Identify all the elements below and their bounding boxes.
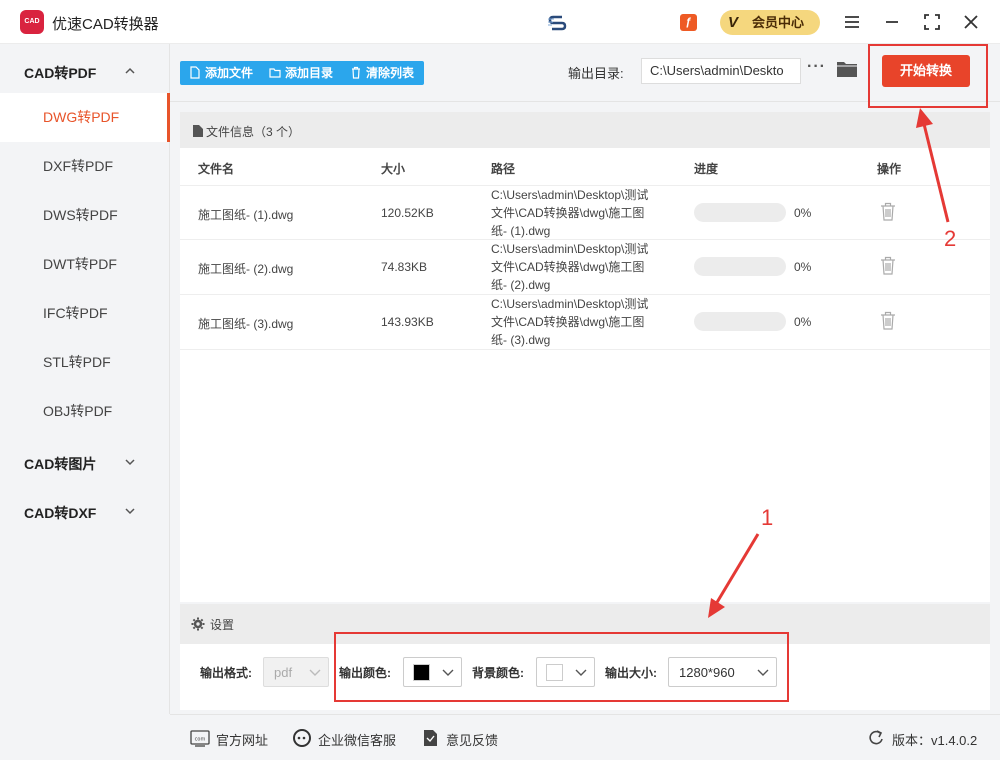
add-file-button[interactable]: 添加文件	[189, 61, 253, 85]
chevron-down-icon	[309, 669, 321, 676]
table-row[interactable]: 施工图纸- (1).dwg 120.52KB C:\Users\admin\De…	[180, 185, 990, 240]
close-icon[interactable]	[959, 10, 983, 34]
gear-icon	[191, 617, 205, 631]
chevron-down-icon[interactable]	[124, 505, 136, 517]
output-dir-label: 输出目录:	[568, 66, 624, 81]
output-format-select[interactable]: pdf	[263, 657, 329, 687]
file-path: C:\Users\admin\Desktop\测试 文件\CAD转换器\dwg\施…	[491, 242, 649, 292]
annotation-number-1: 1	[761, 505, 774, 530]
svg-text:com: com	[195, 737, 206, 743]
progress-text: 0%	[794, 206, 812, 220]
sync-logo-icon	[548, 15, 567, 31]
delete-trash-icon[interactable]	[880, 256, 896, 275]
vip-label: 会员中心	[752, 15, 805, 30]
fullscreen-icon[interactable]	[920, 10, 944, 34]
file-panel-title: 文件信息（3 个）	[206, 125, 301, 139]
file-size: 143.93KB	[381, 315, 434, 329]
website-icon: com	[190, 730, 210, 747]
vip-center-button[interactable]: V 会员中心	[720, 10, 820, 35]
file-action-group: 添加文件 添加目录 清除列表	[180, 61, 424, 85]
folder-icon[interactable]	[836, 60, 858, 78]
sidebar-item-dwt-to-pdf[interactable]: DWT转PDF	[0, 240, 170, 289]
sidebar-item-dws-to-pdf[interactable]: DWS转PDF	[0, 191, 170, 240]
column-header-path: 路径	[491, 162, 516, 176]
app-title: 优速CAD转换器	[52, 16, 159, 33]
file-icon	[190, 66, 200, 79]
sidebar-group-cad-to-dxf[interactable]: CAD转DXF	[24, 503, 96, 523]
file-size: 74.83KB	[381, 260, 428, 274]
delete-trash-icon[interactable]	[880, 202, 896, 221]
title-bar: CAD 优速CAD转换器 ƒ V 会员中心	[0, 0, 1000, 44]
file-path: C:\Users\admin\Desktop\测试 文件\CAD转换器\dwg\施…	[491, 297, 649, 347]
file-list-panel: 文件信息（3 个） 文件名 大小 路径 进度 操作 施工图纸- (1).dwg …	[180, 112, 990, 602]
file-size: 120.52KB	[381, 206, 434, 220]
footer: com 官方网址 企业微信客服 意见反馈 版本：v1.4.0.2	[170, 714, 1000, 760]
minimize-icon[interactable]	[880, 10, 904, 34]
wechat-icon	[293, 729, 311, 747]
trash-icon	[352, 66, 360, 79]
wechat-service-link[interactable]: 企业微信客服	[292, 729, 396, 749]
sidebar-item-dxf-to-pdf[interactable]: DXF转PDF	[0, 142, 170, 191]
clear-list-button[interactable]: 清除列表	[350, 61, 414, 85]
feedback-icon	[424, 730, 437, 746]
highlight-box-settings	[334, 632, 789, 702]
more-dots-icon[interactable]: ···	[807, 59, 827, 76]
chevron-down-icon[interactable]	[124, 456, 136, 468]
file-panel-header: 文件信息（3 个）	[180, 112, 990, 148]
file-name: 施工图纸- (3).dwg	[198, 317, 294, 331]
progress-bar	[694, 203, 786, 222]
table-row[interactable]: 施工图纸- (2).dwg 74.83KB C:\Users\admin\Des…	[180, 240, 990, 295]
chevron-up-icon[interactable]	[124, 65, 136, 77]
settings-title: 设置	[210, 618, 235, 632]
progress-bar	[694, 312, 786, 331]
sidebar-item-ifc-to-pdf[interactable]: IFC转PDF	[0, 289, 170, 338]
highlight-box-start	[868, 44, 988, 108]
website-link[interactable]: com 官方网址	[190, 730, 268, 749]
progress-text: 0%	[794, 315, 812, 329]
folder-outline-icon	[269, 68, 281, 78]
sidebar-group-cad-to-image[interactable]: CAD转图片	[24, 454, 96, 474]
file-name: 施工图纸- (1).dwg	[198, 208, 294, 222]
version-info[interactable]: 版本：v1.4.0.2	[866, 730, 977, 749]
hamburger-icon[interactable]	[840, 10, 864, 34]
sidebar: CAD转PDF DWG转PDF DXF转PDF DWS转PDF DWT转PDF …	[0, 44, 170, 714]
refresh-icon	[869, 730, 883, 745]
sidebar-group-cad-to-pdf[interactable]: CAD转PDF	[24, 63, 96, 83]
add-folder-button[interactable]: 添加目录	[269, 61, 333, 85]
file-name: 施工图纸- (2).dwg	[198, 262, 294, 276]
annotation-number-2: 2	[944, 226, 957, 251]
column-header-size: 大小	[381, 162, 406, 176]
feedback-link[interactable]: 意见反馈	[420, 730, 498, 749]
output-dir-field[interactable]: C:\Users\admin\Deskto	[641, 58, 801, 84]
sidebar-item-dwg-to-pdf[interactable]: DWG转PDF	[0, 93, 170, 142]
column-header-name: 文件名	[198, 162, 235, 176]
app-logo: CAD	[20, 10, 44, 34]
file-path: C:\Users\admin\Desktop\测试 文件\CAD转换器\dwg\施…	[491, 188, 649, 238]
output-format-label: 输出格式:	[200, 666, 252, 680]
column-header-progress: 进度	[694, 162, 719, 176]
sidebar-item-stl-to-pdf[interactable]: STL转PDF	[0, 338, 170, 387]
delete-trash-icon[interactable]	[880, 311, 896, 330]
sidebar-item-obj-to-pdf[interactable]: OBJ转PDF	[0, 387, 170, 436]
column-header-actions: 操作	[877, 162, 902, 176]
promo-icon[interactable]: ƒ	[680, 14, 697, 31]
document-icon	[193, 125, 203, 137]
table-row[interactable]: 施工图纸- (3).dwg 143.93KB C:\Users\admin\De…	[180, 295, 990, 350]
progress-text: 0%	[794, 260, 812, 274]
progress-bar	[694, 257, 786, 276]
vip-badge-icon: V	[728, 14, 739, 31]
